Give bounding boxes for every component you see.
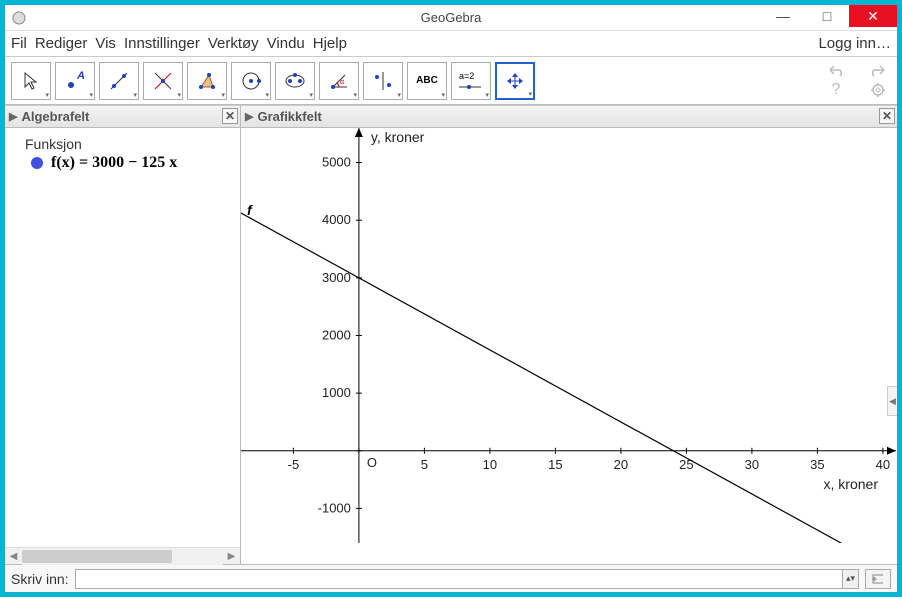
algebra-scrollbar[interactable]: ◀ ▶: [5, 547, 240, 564]
ellipse-icon: [283, 69, 307, 93]
graphics-view[interactable]: -5 5 10 15 20 25 30 35 40 -1000 1000 2000 3000 4000 50…: [241, 128, 897, 564]
slider-icon: a=2: [455, 69, 487, 93]
svg-text:10: 10: [483, 457, 497, 472]
help-button[interactable]: ?: [825, 81, 847, 99]
text-tool[interactable]: ABC▾: [407, 62, 447, 100]
svg-text:15: 15: [548, 457, 562, 472]
algebra-title: Algebrafelt: [21, 109, 89, 124]
perpendicular-tool[interactable]: ▾: [143, 62, 183, 100]
input-label: Skriv inn:: [11, 571, 69, 587]
svg-text:30: 30: [745, 457, 759, 472]
line-tool[interactable]: ▾: [99, 62, 139, 100]
algebra-category: Funksjon: [25, 136, 234, 152]
svg-text:a=2: a=2: [459, 71, 474, 81]
move-view-tool[interactable]: ▾: [495, 62, 535, 100]
svg-text:α: α: [340, 79, 344, 86]
menubar: Fil Rediger Vis Innstillinger Verktøy Vi…: [5, 31, 897, 57]
move-view-icon: [503, 69, 527, 93]
close-button[interactable]: ✕: [849, 5, 897, 27]
move-tool[interactable]: ▾: [11, 62, 51, 100]
maximize-button[interactable]: □: [805, 5, 849, 27]
triangle-icon: ▶: [9, 110, 17, 123]
svg-text:y, kroner: y, kroner: [371, 129, 425, 145]
svg-text:1000: 1000: [322, 385, 351, 400]
svg-text:4000: 4000: [322, 212, 351, 227]
algebra-formula: f(x) = 3000 − 125 x: [51, 154, 177, 172]
menu-hjelp[interactable]: Hjelp: [313, 35, 347, 52]
input-field[interactable]: [75, 569, 843, 589]
polygon-icon: [195, 69, 219, 93]
toolbar: ▾ A▾ ▾ ▾ ▾ ▾ ▾ α▾ ▾ ABC▾ a=2▾ ▾ ?: [5, 57, 897, 105]
reflect-tool[interactable]: ▾: [363, 62, 403, 100]
menu-rediger[interactable]: Rediger: [35, 35, 88, 52]
svg-text:3000: 3000: [322, 270, 351, 285]
plot-canvas[interactable]: -5 5 10 15 20 25 30 35 40 -1000 1000 2000 3000 4000 50…: [241, 128, 896, 543]
redo-button[interactable]: [867, 61, 889, 79]
circle-icon: [239, 69, 263, 93]
graphics-title: Grafikkfelt: [257, 109, 321, 124]
svg-text:25: 25: [679, 457, 693, 472]
svg-text:5000: 5000: [322, 155, 351, 170]
scroll-track[interactable]: [22, 548, 223, 565]
redo-icon: [868, 63, 888, 77]
svg-text:-1000: -1000: [318, 500, 351, 515]
undo-icon: [826, 63, 846, 77]
graphics-panel: ▶ Grafikkfelt ✕ -5 5 10 15 20 25 30 35 40 -1000 10…: [241, 106, 897, 564]
svg-text:35: 35: [810, 457, 824, 472]
input-help-icon: [871, 573, 885, 585]
svg-text:x, kroner: x, kroner: [824, 476, 879, 492]
undo-button[interactable]: [825, 61, 847, 79]
menu-vindu[interactable]: Vindu: [267, 35, 305, 52]
svg-text:f: f: [247, 202, 253, 218]
triangle-icon: ▶: [245, 110, 253, 123]
visibility-dot-icon[interactable]: [31, 157, 43, 169]
perpendicular-icon: [151, 69, 175, 93]
menu-innstillinger[interactable]: Innstillinger: [124, 35, 200, 52]
svg-text:20: 20: [614, 457, 628, 472]
scroll-left-icon[interactable]: ◀: [5, 548, 22, 565]
cursor-icon: [19, 69, 43, 93]
line-icon: [107, 69, 131, 93]
svg-text:-5: -5: [288, 457, 300, 472]
app-icon: [11, 10, 27, 26]
input-bar: Skriv inn: ▴▾: [5, 564, 897, 592]
gear-icon: [870, 82, 886, 98]
point-tool[interactable]: A▾: [55, 62, 95, 100]
titlebar: GeoGebra — □ ✕: [5, 5, 897, 31]
ellipse-tool[interactable]: ▾: [275, 62, 315, 100]
algebra-body: Funksjon f(x) = 3000 − 125 x: [5, 128, 240, 547]
graphics-close-button[interactable]: ✕: [879, 108, 895, 124]
menu-verktoy[interactable]: Verktøy: [208, 35, 259, 52]
side-expand-button[interactable]: ◀: [887, 386, 897, 416]
algebra-item[interactable]: f(x) = 3000 − 125 x: [31, 154, 234, 172]
angle-icon: α: [327, 69, 351, 93]
menu-vis[interactable]: Vis: [95, 35, 116, 52]
menu-fil[interactable]: Fil: [11, 35, 27, 52]
svg-text:2000: 2000: [322, 328, 351, 343]
slider-tool[interactable]: a=2▾: [451, 62, 491, 100]
algebra-header[interactable]: ▶ Algebrafelt ✕: [5, 106, 240, 128]
point-icon: A: [63, 69, 87, 93]
scroll-thumb[interactable]: [22, 550, 172, 563]
reflect-icon: [371, 69, 395, 93]
circle-tool[interactable]: ▾: [231, 62, 271, 100]
angle-tool[interactable]: α▾: [319, 62, 359, 100]
input-dropdown-button[interactable]: ▴▾: [843, 569, 859, 589]
svg-text:5: 5: [421, 457, 428, 472]
login-link[interactable]: Logg inn…: [818, 35, 891, 52]
algebra-panel: ▶ Algebrafelt ✕ Funksjon f(x) = 3000 − 1…: [5, 106, 241, 564]
svg-text:A: A: [76, 70, 85, 82]
polygon-tool[interactable]: ▾: [187, 62, 227, 100]
scroll-right-icon[interactable]: ▶: [223, 548, 240, 565]
graphics-header[interactable]: ▶ Grafikkfelt ✕: [241, 106, 897, 128]
algebra-close-button[interactable]: ✕: [222, 108, 238, 124]
svg-text:O: O: [367, 455, 377, 470]
input-help-button[interactable]: [865, 569, 891, 589]
minimize-button[interactable]: —: [761, 5, 805, 27]
abc-icon: ABC: [416, 75, 438, 86]
settings-button[interactable]: [867, 81, 889, 99]
svg-text:40: 40: [876, 457, 890, 472]
